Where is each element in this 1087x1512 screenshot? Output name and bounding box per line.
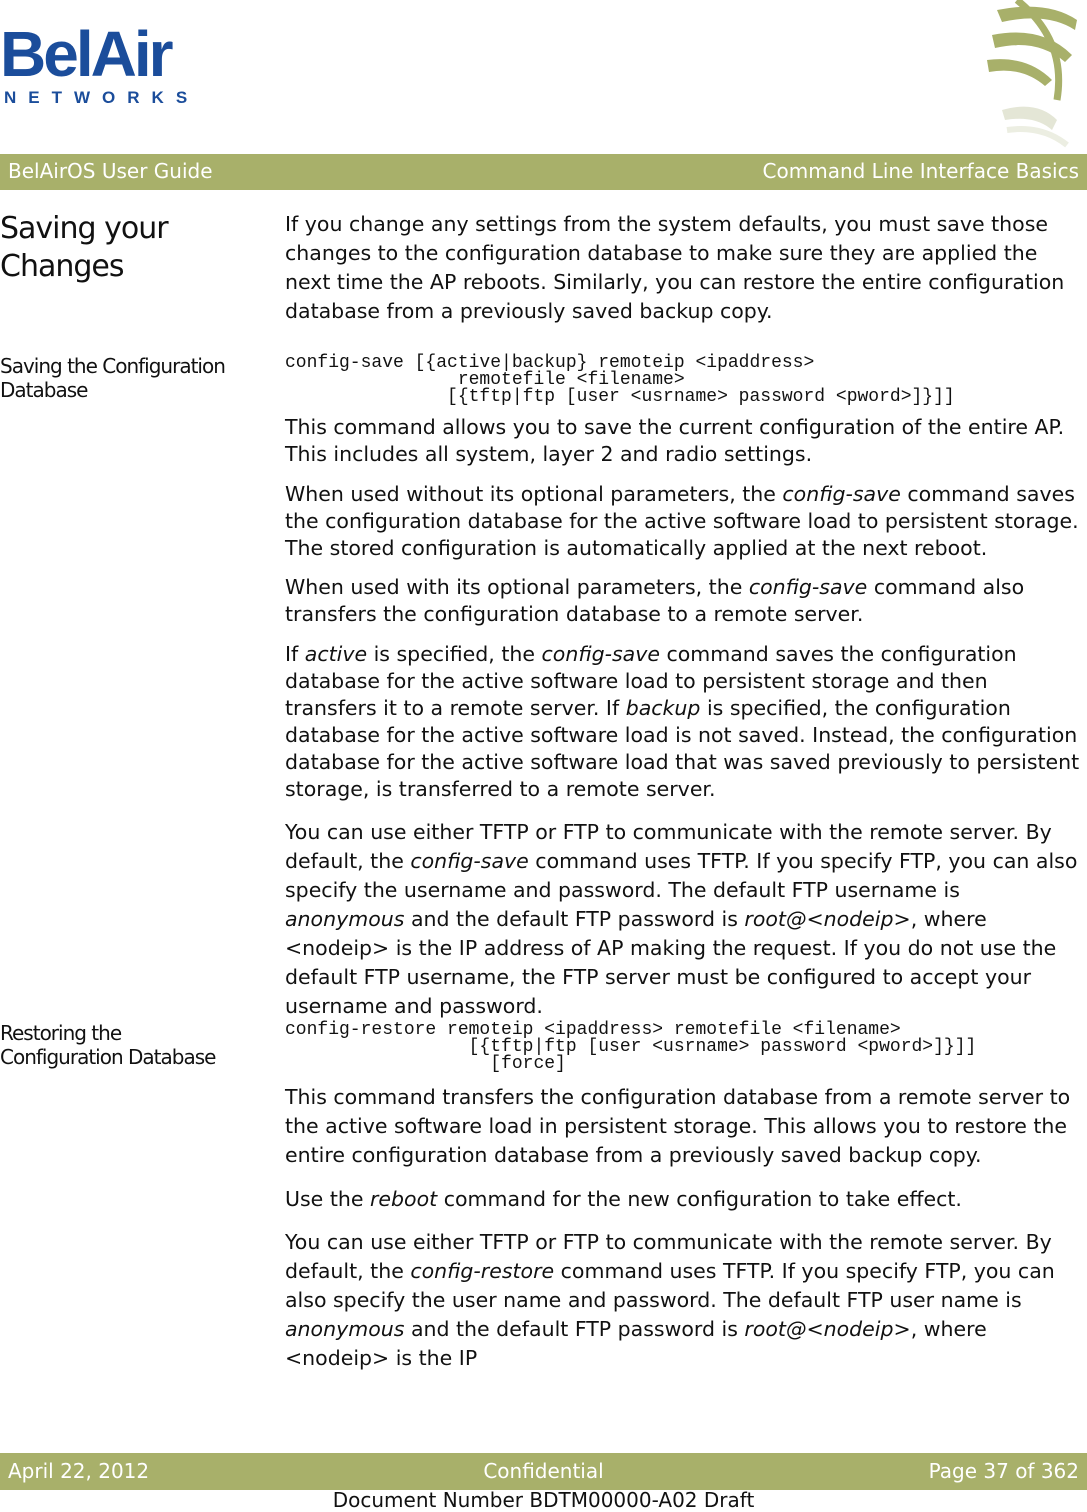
- text: When used with its optional parameters, …: [285, 575, 749, 599]
- saving-db-p3: When used with its optional parameters, …: [285, 574, 1085, 628]
- text: Use the: [285, 1187, 370, 1211]
- param-name: backup: [625, 696, 701, 720]
- heading-line: Saving the Configuration: [0, 354, 226, 378]
- footer-confidential: Confidential: [483, 1459, 604, 1483]
- default-password: root@<nodeip>: [744, 907, 911, 931]
- command-name: config-save: [782, 482, 901, 506]
- paragraph: If you change any settings from the syst…: [285, 212, 1065, 323]
- belair-logo: BelAir NETWORKS: [0, 22, 199, 108]
- header-chapter-title: Command Line Interface Basics: [762, 159, 1079, 183]
- text: command for the new configuration to tak…: [437, 1187, 962, 1211]
- heading-line: Saving your: [0, 211, 169, 246]
- default-password: root@<nodeip>: [744, 1317, 911, 1341]
- saving-db-p4: If active is specified, the config-save …: [285, 641, 1085, 803]
- restoring-db-p2: Use the reboot command for the new confi…: [285, 1185, 1085, 1214]
- heading-line: Database: [0, 378, 88, 402]
- page-header-bar: BelAirOS User Guide Command Line Interfa…: [0, 154, 1087, 190]
- saving-db-p1: This command allows you to save the curr…: [285, 414, 1085, 468]
- section-heading-saving-changes: Saving your Changes: [0, 210, 169, 286]
- text: is specified, the: [367, 642, 542, 666]
- heading-line: Changes: [0, 249, 124, 284]
- header-guide-title: BelAirOS User Guide: [8, 159, 213, 183]
- restoring-db-p1: This command transfers the configuration…: [285, 1083, 1085, 1170]
- saving-db-p5: You can use either TFTP or FTP to commun…: [285, 818, 1085, 1021]
- param-name: active: [304, 642, 368, 666]
- default-username: anonymous: [285, 1317, 405, 1341]
- heading-line: Restoring the: [0, 1021, 122, 1045]
- subsection-heading-saving-db: Saving the Configuration Database: [0, 354, 226, 402]
- config-save-syntax: config-save [{active|backup} remoteip <i…: [285, 353, 955, 407]
- command-name: config-restore: [410, 1259, 555, 1283]
- command-name: config-save: [541, 642, 660, 666]
- footer-page-number: Page 37 of 362: [928, 1459, 1079, 1483]
- restoring-db-p3: You can use either TFTP or FTP to commun…: [285, 1228, 1085, 1373]
- heading-line: Configuration Database: [0, 1045, 216, 1069]
- document-number: Document Number BDTM00000-A02 Draft: [332, 1488, 755, 1512]
- text: If: [285, 642, 305, 666]
- swoosh-graphic-icon: [987, 0, 1077, 148]
- paragraph: This command transfers the configuration…: [285, 1085, 1071, 1167]
- command-name: reboot: [369, 1187, 438, 1211]
- saving-changes-intro: If you change any settings from the syst…: [285, 210, 1085, 326]
- text: and the default FTP password is: [404, 907, 745, 931]
- page-footer-bar: April 22, 2012 Confidential Page 37 of 3…: [0, 1453, 1087, 1490]
- subsection-heading-restoring-db: Restoring the Configuration Database: [0, 1021, 216, 1069]
- text: and the default FTP password is: [404, 1317, 745, 1341]
- default-username: anonymous: [285, 907, 405, 931]
- config-restore-syntax: config-restore remoteip <ipaddress> remo…: [285, 1020, 977, 1074]
- text: When used without its optional parameter…: [285, 482, 783, 506]
- saving-db-p2: When used without its optional parameter…: [285, 481, 1085, 562]
- logo-subtitle: NETWORKS: [4, 88, 200, 107]
- command-name: config-save: [410, 849, 529, 873]
- paragraph: This command allows you to save the curr…: [285, 415, 1065, 466]
- logo-wordmark: BelAir: [0, 18, 174, 90]
- command-name: config-save: [748, 575, 868, 599]
